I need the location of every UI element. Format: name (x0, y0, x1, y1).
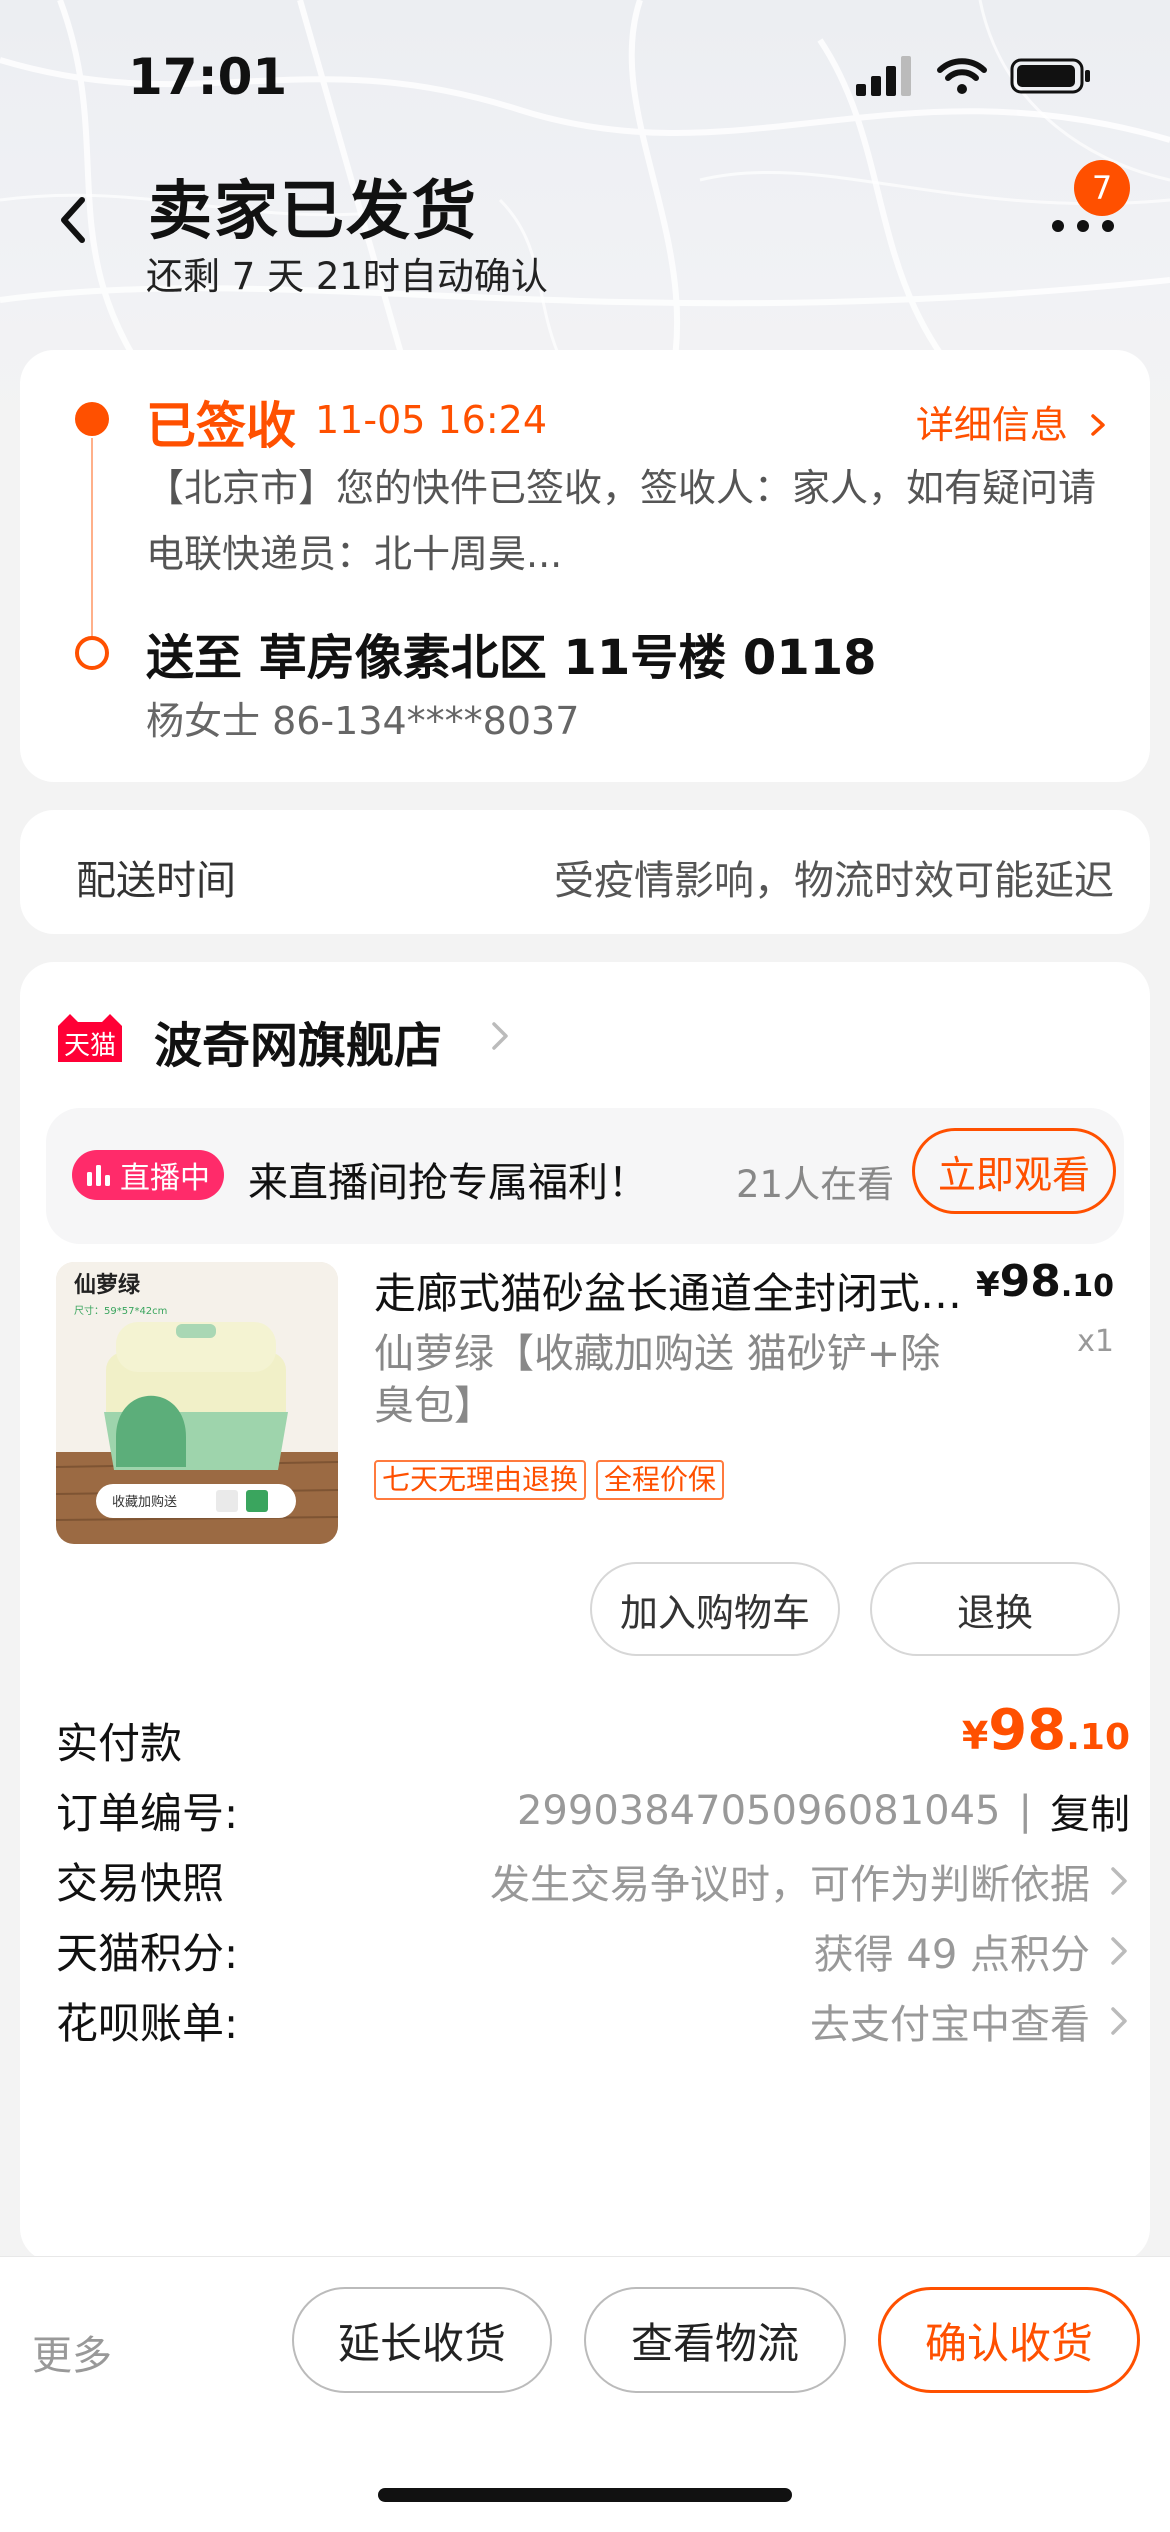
tmall-points-row[interactable]: 天猫积分: 获得 49 点积分 (56, 1908, 1130, 1988)
chevron-right-icon (1111, 2007, 1127, 2035)
paid-integer: 98 (988, 1698, 1067, 1763)
timeline-line (91, 438, 93, 638)
watch-live-button[interactable]: 立即观看 (912, 1128, 1116, 1214)
page-title: 卖家已发货 (148, 175, 478, 249)
chevron-right-icon (492, 1022, 508, 1050)
battery-icon (1010, 58, 1090, 94)
product-title[interactable]: 走廊式猫砂盆长通道全封闭式特大号猫厕所 (374, 1260, 974, 1321)
order-number-label: 订单编号: (56, 1789, 239, 1838)
live-stream-banner[interactable]: 直播中 来直播间抢专属福利！ 21人在看 立即观看 (46, 1108, 1124, 1244)
price-integer: 98 (999, 1256, 1061, 1307)
chevron-left-icon (61, 197, 85, 243)
tmall-points-value: 获得 49 点积分 (814, 1922, 1130, 1980)
live-promo-text: 来直播间抢专属福利！ (248, 1160, 648, 1206)
paid-decimal: .10 (1066, 1717, 1130, 1758)
cellular-signal-icon (856, 56, 911, 96)
logistics-card[interactable]: 已签收 11-05 16:24 详细信息 【北京市】您的快件已签收，签收人：家人… (20, 350, 1150, 782)
service-tags: 七天无理由退换 全程价保 (374, 1460, 725, 1500)
shop-name[interactable]: 波奇网旗舰店 (154, 1006, 442, 1076)
price-symbol: ¥ (975, 1265, 1000, 1305)
delivery-time-label: 配送时间 (76, 858, 236, 904)
delivery-time-card: 配送时间 受疫情影响，物流时效可能延迟 (20, 810, 1150, 934)
tmall-logo: 天猫 (56, 1012, 124, 1066)
chevron-right-icon (1091, 414, 1105, 436)
huabei-bill-label: 花呗账单: (56, 1999, 239, 2048)
tmall-points-label: 天猫积分: (56, 1929, 239, 1978)
live-tag: 直播中 (72, 1150, 224, 1200)
separator: | (1018, 1788, 1032, 1834)
logistics-status: 已签收 (146, 397, 296, 455)
service-tag: 全程价保 (596, 1460, 725, 1500)
timeline-dot-destination (75, 636, 109, 670)
tmall-logo-text: 天猫 (64, 1031, 116, 1061)
product-sku: 仙萝绿【收藏加购送 猫砂铲+除臭包】 (374, 1331, 941, 1429)
message-count-badge: 7 (1074, 160, 1130, 216)
back-button[interactable] (48, 190, 98, 250)
status-bar-icons (856, 56, 1092, 96)
order-number-row: 订单编号: 2990384705096081045 | 复制 (56, 1768, 1130, 1848)
wifi-icon (937, 58, 987, 94)
litter-box-illustration: 仙萝绿 尺寸：59*57*42cm 收藏加购送 (56, 1262, 338, 1544)
auto-confirm-countdown: 还剩 7 天 21时自动确认 (146, 255, 548, 298)
tmall-points-earned: 获得 49 点积分 (813, 1932, 1090, 1978)
paid-amount-row: 实付款 ¥98.10 (56, 1698, 1130, 1778)
detail-link-label: 详细信息 (915, 403, 1068, 447)
chevron-right-icon (1111, 1867, 1127, 1895)
huabei-bill-row[interactable]: 花呗账单: 去支付宝中查看 (56, 1978, 1130, 2058)
logistics-detail-link[interactable]: 详细信息 (916, 394, 1110, 449)
logistics-message: 【北京市】您的快件已签收，签收人：家人，如有疑问请电联快递员：北十周昊... (146, 466, 1097, 576)
status-bar-time: 17:01 (128, 48, 288, 106)
logistics-time: 11-05 16:24 (315, 398, 548, 442)
order-card: 天猫 波奇网旗舰店 直播中 来直播间抢专属福利！ 21人在看 立即观看 仙萝绿 … (20, 962, 1150, 2262)
receiver-info: 杨女士 86-134****8037 (146, 699, 580, 743)
home-indicator[interactable] (378, 2488, 792, 2502)
live-bars-icon (87, 1165, 110, 1186)
trade-snapshot-value: 发生交易争议时，可作为判断依据 (490, 1852, 1130, 1910)
trade-snapshot-row[interactable]: 交易快照 发生交易争议时，可作为判断依据 (56, 1838, 1130, 1918)
product-image-promo: 收藏加购送 (112, 1494, 177, 1510)
product-quantity: x1 (1077, 1324, 1114, 1359)
trade-snapshot-label: 交易快照 (56, 1859, 225, 1908)
timeline-dot-current (75, 402, 109, 436)
huabei-bill-hint: 去支付宝中查看 (810, 2002, 1090, 2048)
chevron-right-icon (1111, 1937, 1127, 1965)
price-decimal: .10 (1060, 1269, 1114, 1304)
view-logistics-button[interactable]: 查看物流 (584, 2287, 846, 2393)
confirm-receipt-button[interactable]: 确认收货 (878, 2287, 1140, 2393)
product-image-label: 仙萝绿 (74, 1272, 141, 1298)
paid-amount: ¥98.10 (962, 1698, 1130, 1763)
return-exchange-button[interactable]: 退换 (870, 1562, 1120, 1656)
product-image-spec: 尺寸：59*57*42cm (74, 1304, 167, 1317)
huabei-bill-value: 去支付宝中查看 (810, 1992, 1130, 2050)
order-number: 2990384705096081045 (516, 1788, 1001, 1834)
live-viewer-count: 21人在看 (736, 1163, 895, 1206)
copy-order-number-button[interactable]: 复制 (1050, 1782, 1130, 1840)
extend-receipt-button[interactable]: 延长收货 (292, 2287, 552, 2393)
add-to-cart-button[interactable]: 加入购物车 (590, 1562, 840, 1656)
order-number-value: 2990384705096081045 | 复制 (517, 1782, 1130, 1840)
paid-symbol: ¥ (961, 1714, 989, 1758)
delivery-delay-note: 受疫情影响，物流时效可能延迟 (554, 858, 1114, 904)
product-price: ¥98.10 (976, 1256, 1114, 1307)
paid-amount-label: 实付款 (56, 1719, 183, 1768)
trade-snapshot-hint: 发生交易争议时，可作为判断依据 (490, 1862, 1090, 1908)
product-image[interactable]: 仙萝绿 尺寸：59*57*42cm 收藏加购送 (56, 1262, 338, 1544)
live-tag-label: 直播中 (120, 1161, 210, 1196)
service-tag: 七天无理由退换 (374, 1460, 587, 1500)
more-actions-button[interactable]: 更多 (32, 2323, 112, 2381)
ship-to-address: 送至 草房像素北区 11号楼 0118 (146, 630, 877, 686)
